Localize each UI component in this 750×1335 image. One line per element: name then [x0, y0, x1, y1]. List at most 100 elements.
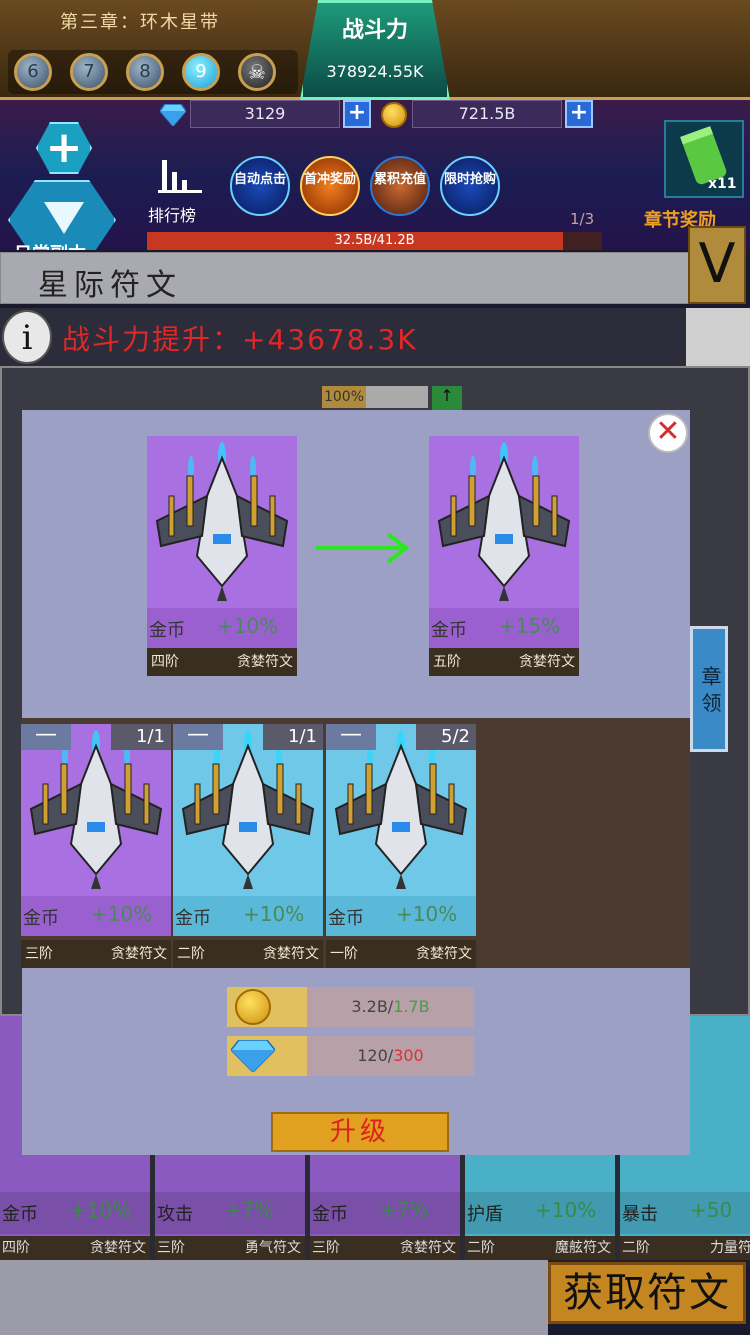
gold-coin-icon — [381, 102, 407, 128]
stat-value: +10% — [243, 902, 305, 926]
card-label: 二阶 力量符文 — [620, 1236, 750, 1260]
rune-name: 贪婪符文 — [263, 946, 319, 962]
gem-need: 300 — [393, 1046, 424, 1065]
stat-name: 护盾 — [467, 1204, 503, 1225]
material-rune-card[interactable]: — 5/2 金币 +10% 一阶 贪婪符文 — [326, 724, 476, 968]
ship-image — [429, 436, 579, 608]
material-count: 1/1 — [111, 724, 171, 750]
card-label: 一阶 贪婪符文 — [326, 940, 476, 968]
current-rune-card: 金币 +10% 四阶 贪婪符文 — [147, 436, 297, 676]
card-label: 二阶 贪婪符文 — [173, 940, 323, 968]
section-title: 星际符文 — [38, 268, 182, 303]
rune-name: 贪婪符文 — [90, 1240, 146, 1256]
remove-button[interactable]: — — [21, 724, 71, 750]
stat-name: 金币 — [175, 908, 211, 929]
spaceship-icon — [437, 442, 571, 601]
stat-value: +10% — [535, 1198, 597, 1222]
rune-name: 力量符文 — [710, 1240, 750, 1256]
stat-name: 暴击 — [622, 1204, 658, 1225]
vip-button[interactable]: V — [688, 226, 746, 304]
card-label: 四阶 贪婪符文 — [0, 1236, 150, 1260]
rune-name: 贪婪符文 — [519, 654, 575, 670]
rune-name: 贪婪符文 — [416, 946, 472, 962]
remove-button[interactable]: — — [326, 724, 376, 750]
stat-value: +10% — [396, 902, 458, 926]
percent-bar — [366, 386, 428, 408]
card-label: 三阶 勇气符文 — [155, 1236, 305, 1260]
tier-label: 二阶 — [467, 1240, 495, 1256]
remove-button[interactable]: — — [173, 724, 223, 750]
stat-name: 金币 — [328, 908, 364, 929]
stat-name: 金币 — [149, 620, 185, 641]
top-hud: 第三章：环木星带 6 7 8 9 ☠ 战斗力 378924.55K 3129 +… — [0, 0, 750, 250]
stage-progress-text: 32.5B/41.2B — [334, 233, 415, 248]
get-rune-button[interactable]: 获取符文 — [548, 1262, 746, 1324]
upgraded-rune-card: 金币 +15% 五阶 贪婪符文 — [429, 436, 579, 676]
gold-count: 721.5B — [412, 100, 562, 128]
first-recharge-button[interactable]: 首冲奖励 — [300, 156, 360, 216]
close-icon[interactable]: ✕ — [648, 413, 688, 453]
stat-name: 金币 — [312, 1204, 348, 1225]
material-rune-card[interactable]: — 1/1 金币 +10% 二阶 贪婪符文 — [173, 724, 323, 968]
power-value: 378924.55K — [326, 62, 424, 81]
gold-coin-icon — [227, 987, 307, 1027]
reward-count: x11 — [708, 176, 737, 192]
stage-ratio: 1/3 — [570, 210, 595, 228]
rune-name: 贪婪符文 — [237, 654, 293, 670]
boss-skull-icon[interactable]: ☠ — [238, 53, 276, 91]
percent-tag: 100% — [322, 386, 366, 408]
stat-value: +7% — [225, 1198, 274, 1222]
tier-label: 三阶 — [157, 1240, 185, 1256]
up-arrow-button[interactable]: ↑ — [432, 386, 462, 412]
chapter-title: 第三章：环木星带 — [60, 12, 220, 33]
gem-cost-value: 120/300 — [307, 1036, 474, 1076]
ship-image — [147, 436, 297, 608]
chapter-side-tile[interactable]: 章 领 — [690, 626, 728, 752]
cumulative-recharge-button[interactable]: 累积充值 — [370, 156, 430, 216]
tier-label: 二阶 — [177, 946, 205, 962]
stat-value: +50 — [690, 1198, 733, 1222]
add-gems-button[interactable]: + — [343, 100, 371, 128]
bottom-bar — [0, 1260, 548, 1335]
add-gold-button[interactable]: + — [565, 100, 593, 128]
gold-have: 3.2B — [351, 997, 388, 1016]
stat-value: +10% — [91, 902, 153, 926]
tier-label: 四阶 — [151, 654, 179, 670]
gold-need: 1.7B — [393, 997, 430, 1016]
upgrade-arrow-icon — [316, 532, 410, 564]
leaderboard-icon[interactable] — [158, 156, 202, 196]
gem-cost-row: 120/300 — [227, 1036, 474, 1076]
upgrade-button[interactable]: 升级 — [271, 1112, 449, 1152]
tier-label: 五阶 — [433, 654, 461, 670]
stat-value: +7% — [380, 1198, 429, 1222]
level-6-button[interactable]: 6 — [14, 53, 52, 91]
stat-value: +10% — [70, 1198, 132, 1222]
material-count: 5/2 — [416, 724, 476, 750]
rune-name: 勇气符文 — [245, 1240, 301, 1256]
card-label: 二阶 魔舷符文 — [465, 1236, 615, 1260]
leaderboard-label: 排行榜 — [148, 206, 197, 225]
level-selector: 6 7 8 9 ☠ — [8, 50, 298, 94]
gem-count: 3129 — [190, 100, 340, 128]
level-9-button[interactable]: 9 — [182, 53, 220, 91]
spaceship-icon — [155, 442, 289, 601]
auto-click-button[interactable]: 自动点击 — [230, 156, 290, 216]
info-bar-side — [686, 308, 750, 366]
stat-value: +10% — [217, 614, 279, 638]
level-8-button[interactable]: 8 — [126, 53, 164, 91]
rune-name: 魔舷符文 — [555, 1240, 611, 1256]
stat-name: 金币 — [2, 1204, 38, 1225]
level-7-button[interactable]: 7 — [70, 53, 108, 91]
power-label: 战斗力 — [341, 18, 408, 43]
gold-cost-row: 3.2B/1.7B — [227, 987, 474, 1027]
expand-plus-button[interactable]: + — [36, 122, 92, 174]
info-icon[interactable]: i — [2, 310, 52, 364]
power-increase-text: 战斗力提升：+43678.3K — [62, 323, 418, 356]
material-count: 1/1 — [263, 724, 323, 750]
card-label: 三阶 贪婪符文 — [310, 1236, 460, 1260]
stat-value: +15% — [499, 614, 561, 638]
limited-sale-button[interactable]: 限时抢购 — [440, 156, 500, 216]
card-label: 三阶 贪婪符文 — [21, 940, 171, 968]
tier-label: 一阶 — [330, 946, 358, 962]
material-rune-card[interactable]: — 1/1 金币 +10% 三阶 贪婪符文 — [21, 724, 171, 968]
